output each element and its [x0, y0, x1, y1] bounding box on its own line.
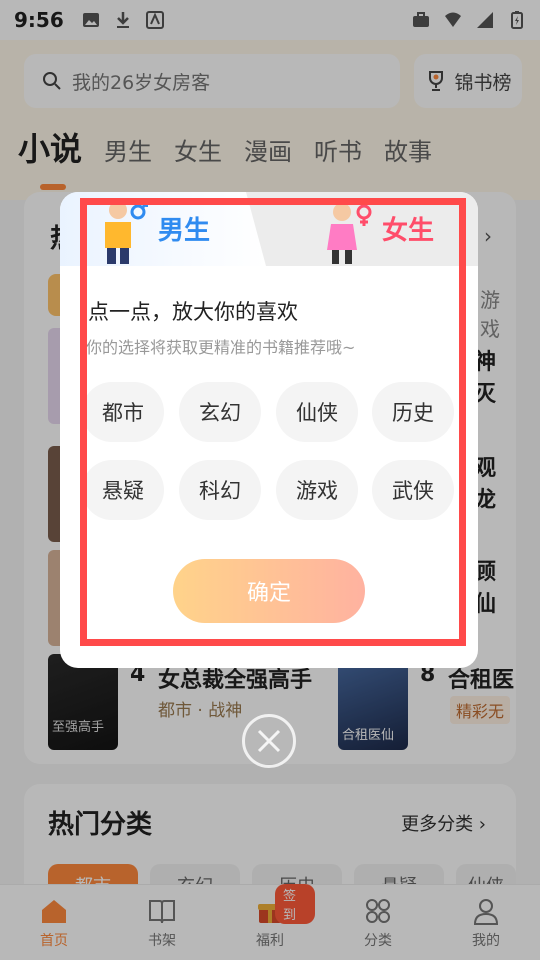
dialog-title: 点一点，放大你的喜欢	[88, 300, 298, 324]
gender-male-label[interactable]: 男生	[158, 210, 210, 247]
gender-female-label[interactable]: 女生	[382, 210, 434, 247]
dialog-subtitle: 你的选择将获取更精准的书籍推荐哦~	[86, 338, 356, 357]
genre-chip-urban[interactable]: 都市	[82, 382, 164, 442]
male-figure-icon	[105, 201, 148, 264]
genre-chip-scifi[interactable]: 科幻	[179, 460, 261, 520]
genre-chip-gaming[interactable]: 游戏	[276, 460, 358, 520]
gender-selector: 男生 女生	[60, 192, 478, 266]
close-icon	[257, 729, 281, 753]
genre-chip-mystery[interactable]: 悬疑	[82, 460, 164, 520]
genre-chip-xianxia[interactable]: 仙侠	[276, 382, 358, 442]
female-figure-icon	[327, 203, 372, 264]
confirm-button[interactable]: 确定	[173, 559, 365, 623]
genre-chip-wuxia[interactable]: 武侠	[372, 460, 454, 520]
preference-dialog: 男生 女生 点一点，放大你的喜欢 你的选择将获取更精准的书籍推荐哦~ 都市 玄幻…	[60, 192, 478, 668]
genre-chip-fantasy[interactable]: 玄幻	[179, 382, 261, 442]
genre-chip-history[interactable]: 历史	[372, 382, 454, 442]
close-dialog-button[interactable]	[242, 714, 296, 768]
